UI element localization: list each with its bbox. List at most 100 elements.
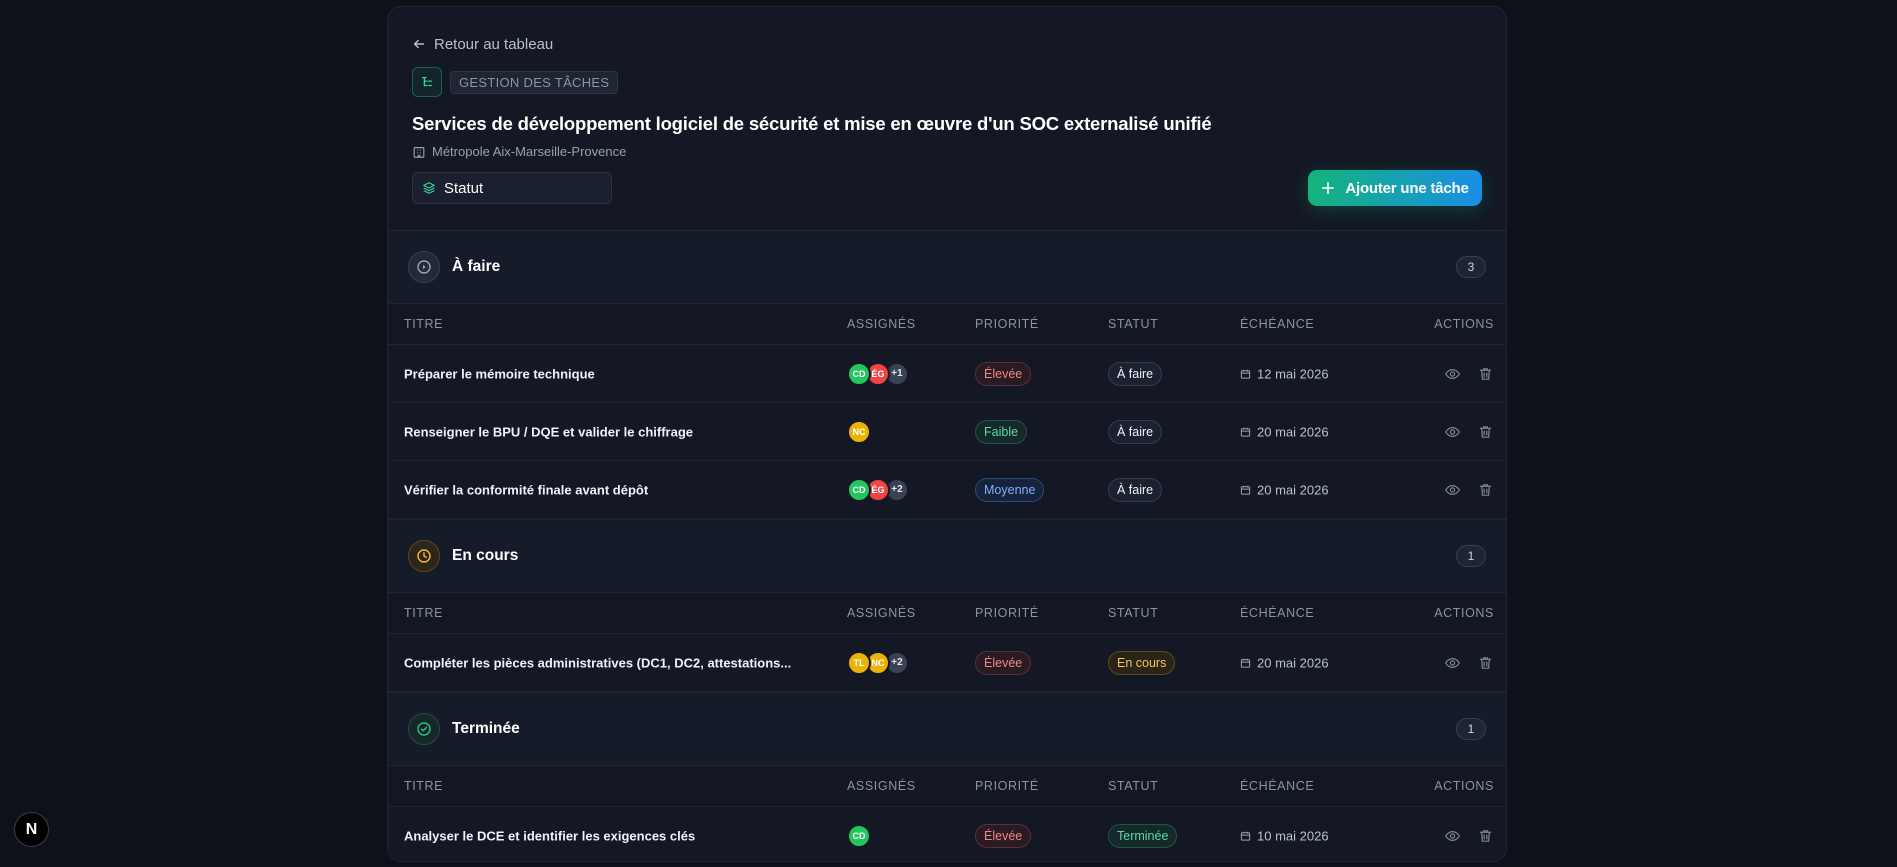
section-header[interactable]: À faire 3 — [388, 231, 1506, 303]
task-list-icon — [412, 67, 442, 97]
row-actions — [1444, 654, 1494, 671]
add-task-label: Ajouter une tâche — [1345, 179, 1469, 197]
eye-icon[interactable] — [1444, 423, 1461, 440]
priority-badge: Élevée — [975, 361, 1032, 386]
table-header: TITRE ASSIGNÉS PRIORITÉ STATUT ÉCHÉANCE ACTIO… — [388, 592, 1506, 634]
avatar[interactable]: TL — [847, 650, 871, 675]
due-date-text: 20 mai 2026 — [1257, 655, 1329, 670]
row-actions — [1444, 827, 1494, 844]
group-by-select[interactable]: Statut — [412, 172, 612, 204]
arrow-left-icon — [413, 39, 425, 49]
row-actions — [1444, 481, 1494, 498]
column-header-status[interactable]: STATUT — [1108, 779, 1158, 793]
priority-badge: Élevée — [975, 650, 1032, 675]
column-header-due[interactable]: ÉCHÉANCE — [1240, 779, 1314, 793]
eye-icon[interactable] — [1444, 654, 1461, 671]
assignees: CD ÉG +1 — [847, 361, 909, 386]
status-badge[interactable]: À faire — [1108, 477, 1163, 502]
trash-icon[interactable] — [1477, 481, 1494, 498]
check-circle-icon — [408, 713, 440, 745]
add-task-button[interactable]: Ajouter une tâche — [1308, 170, 1482, 206]
column-header-status[interactable]: STATUT — [1108, 606, 1158, 620]
column-header-actions[interactable]: ACTIONS — [1434, 317, 1494, 331]
eye-icon[interactable] — [1444, 365, 1461, 382]
trash-icon[interactable] — [1477, 423, 1494, 440]
next-logo-badge[interactable]: N — [14, 812, 49, 847]
column-header-actions[interactable]: ACTIONS — [1434, 779, 1494, 793]
section-header[interactable]: En cours 1 — [388, 520, 1506, 592]
eye-icon[interactable] — [1444, 827, 1461, 844]
assignees: CD ÉG +2 — [847, 477, 909, 502]
assignees: CD — [847, 823, 871, 848]
section-header[interactable]: Terminée 1 — [388, 693, 1506, 765]
trash-icon[interactable] — [1477, 365, 1494, 382]
section-title: À faire — [452, 258, 501, 275]
calendar-icon — [1240, 427, 1251, 437]
column-header-priority[interactable]: PRIORITÉ — [975, 779, 1039, 793]
due-date: 20 mai 2026 — [1240, 424, 1329, 439]
back-link-label: Retour au tableau — [434, 35, 554, 53]
table-row[interactable]: Renseigner le BPU / DQE et valider le ch… — [388, 403, 1506, 461]
column-header-priority[interactable]: PRIORITÉ — [975, 606, 1039, 620]
column-header-due[interactable]: ÉCHÉANCE — [1240, 317, 1314, 331]
table-row[interactable]: Préparer le mémoire technique CD ÉG +1 Éle… — [388, 345, 1506, 403]
table-row[interactable]: Compléter les pièces administratives (DC… — [388, 634, 1506, 692]
task-title[interactable]: Compléter les pièces administratives (DC… — [404, 655, 791, 670]
column-header-assignees[interactable]: ASSIGNÉS — [847, 317, 916, 331]
organization: Métropole Aix-Marseille-Provence — [412, 144, 1482, 159]
row-actions — [1444, 423, 1494, 440]
organization-name: Métropole Aix-Marseille-Provence — [432, 144, 627, 159]
section-count-badge: 3 — [1456, 256, 1486, 278]
trash-icon[interactable] — [1477, 654, 1494, 671]
priority-badge: Élevée — [975, 823, 1032, 848]
status-badge[interactable]: En cours — [1108, 650, 1176, 675]
column-header-priority[interactable]: PRIORITÉ — [975, 317, 1039, 331]
back-link[interactable]: Retour au tableau — [412, 33, 1482, 55]
calendar-icon — [1240, 658, 1251, 668]
avatar[interactable]: NC — [847, 419, 871, 444]
avatar[interactable]: CD — [847, 823, 871, 848]
section-count-badge: 1 — [1456, 718, 1486, 740]
table-header: TITRE ASSIGNÉS PRIORITÉ STATUT ÉCHÉANCE ACTIO… — [388, 765, 1506, 807]
column-header-due[interactable]: ÉCHÉANCE — [1240, 606, 1314, 620]
task-title[interactable]: Vérifier la conformité finale avant dépô… — [404, 482, 648, 497]
due-date-text: 12 mai 2026 — [1257, 366, 1329, 381]
column-header-title[interactable]: TITRE — [404, 779, 443, 793]
task-title[interactable]: Renseigner le BPU / DQE et valider le ch… — [404, 424, 693, 439]
assignees: TL NC +2 — [847, 650, 909, 675]
trash-icon[interactable] — [1477, 827, 1494, 844]
column-header-status[interactable]: STATUT — [1108, 317, 1158, 331]
calendar-icon — [1240, 831, 1251, 841]
plus-icon — [1322, 181, 1335, 195]
group-by-value: Statut — [444, 179, 484, 197]
layers-icon — [423, 182, 435, 194]
eye-icon[interactable] — [1444, 481, 1461, 498]
avatar[interactable]: CD — [847, 477, 871, 502]
column-header-actions[interactable]: ACTIONS — [1434, 606, 1494, 620]
due-date: 12 mai 2026 — [1240, 366, 1329, 381]
column-header-title[interactable]: TITRE — [404, 317, 443, 331]
assignees: NC — [847, 419, 871, 444]
status-badge[interactable]: À faire — [1108, 361, 1163, 386]
table-row[interactable]: Vérifier la conformité finale avant dépô… — [388, 461, 1506, 519]
task-section: Terminée 1 TITRE ASSIGNÉS PRIORITÉ STATUT ÉC… — [388, 692, 1506, 861]
column-header-title[interactable]: TITRE — [404, 606, 443, 620]
status-badge[interactable]: À faire — [1108, 419, 1163, 444]
column-header-assignees[interactable]: ASSIGNÉS — [847, 779, 916, 793]
task-title[interactable]: Préparer le mémoire technique — [404, 366, 595, 381]
section-title: En cours — [452, 547, 519, 564]
avatar[interactable]: CD — [847, 361, 871, 386]
row-actions — [1444, 365, 1494, 382]
task-title[interactable]: Analyser le DCE et identifier les exigen… — [404, 828, 695, 843]
task-sections: À faire 3 TITRE ASSIGNÉS PRIORITÉ STATUT ÉCH… — [388, 230, 1506, 861]
column-header-assignees[interactable]: ASSIGNÉS — [847, 606, 916, 620]
table-row[interactable]: Analyser le DCE et identifier les exigen… — [388, 807, 1506, 861]
task-section: À faire 3 TITRE ASSIGNÉS PRIORITÉ STATUT ÉCH… — [388, 230, 1506, 519]
clock-icon — [408, 540, 440, 572]
due-date: 20 mai 2026 — [1240, 655, 1329, 670]
calendar-icon — [1240, 485, 1251, 495]
building-icon — [413, 146, 425, 158]
status-badge[interactable]: Terminée — [1108, 823, 1178, 848]
task-section: En cours 1 TITRE ASSIGNÉS PRIORITÉ STATUT ÉC… — [388, 519, 1506, 692]
calendar-icon — [1240, 369, 1251, 379]
